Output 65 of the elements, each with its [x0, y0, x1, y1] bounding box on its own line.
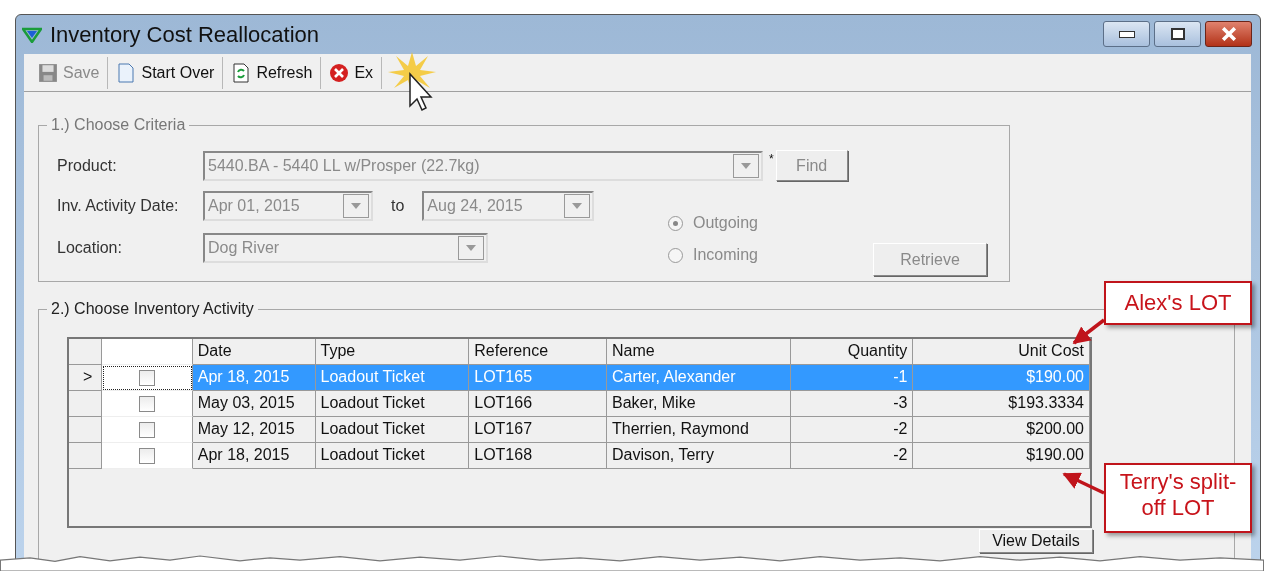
row-checkbox[interactable]	[138, 447, 155, 464]
table-cell: $190.00	[913, 443, 1090, 469]
table-cell: Apr 18, 2015	[192, 443, 316, 469]
table-row[interactable]: Apr 18, 2015 Loadout Ticket LOT168 Davison, Terry -2 $190.00	[69, 443, 1090, 469]
row-indicator: >	[69, 365, 102, 391]
maximize-button[interactable]	[1154, 21, 1201, 47]
callout-arrow	[1062, 472, 1105, 495]
callout-label: Terry's split-off LOT	[1104, 463, 1252, 533]
table-cell: LOT166	[469, 391, 607, 417]
refresh-icon	[231, 62, 252, 83]
column-header[interactable]: Type	[315, 339, 470, 365]
row-checkbox[interactable]	[138, 395, 155, 412]
required-mark: *	[769, 151, 774, 166]
table-cell: $193.3334	[913, 391, 1090, 417]
toolbar-button[interactable]: Refresh	[223, 56, 321, 89]
field-label: Location:	[57, 239, 123, 257]
table-cell: Carter, Alexander	[606, 365, 791, 391]
column-header[interactable]: Date	[192, 339, 316, 365]
table-cell: Apr 18, 2015	[192, 365, 316, 391]
table-cell: -2	[790, 443, 914, 469]
table-cell: Loadout Ticket	[315, 365, 470, 391]
row-checkbox[interactable]	[138, 369, 155, 386]
column-header[interactable]: Quantity	[790, 339, 914, 365]
table-cell: Baker, Mike	[606, 391, 791, 417]
table-row[interactable]: > Apr 18, 2015 Loadout Ticket LOT165 Carter, Alexander -1 $190.00	[69, 365, 1090, 391]
table-cell: Loadout Ticket	[315, 391, 470, 417]
table-cell: May 12, 2015	[192, 417, 316, 443]
app-logo-icon	[22, 26, 42, 43]
row-checkbox[interactable]	[138, 421, 155, 438]
column-header[interactable]: Unit Cost	[913, 339, 1090, 365]
column-header[interactable]: Reference	[469, 339, 607, 365]
table-row[interactable]: May 03, 2015 Loadout Ticket LOT166 Baker, Mike -3 $193.3334	[69, 391, 1090, 417]
table-cell: LOT168	[469, 443, 607, 469]
table-cell: May 03, 2015	[192, 391, 316, 417]
table-cell: Davison, Terry	[606, 443, 791, 469]
callout-label: Alex's LOT	[1104, 281, 1252, 325]
page-icon	[116, 62, 137, 83]
toolbar-button[interactable]: Ex	[321, 56, 382, 89]
table-cell: -3	[790, 391, 914, 417]
table-row[interactable]: May 12, 2015 Loadout Ticket LOT167 Therrien, Raymond -2 $200.00	[69, 417, 1090, 443]
close-button[interactable]	[1205, 21, 1252, 47]
column-header[interactable]: Name	[606, 339, 791, 365]
table-cell: $200.00	[913, 417, 1090, 443]
table-cell: $190.00	[913, 365, 1090, 391]
table-cell: Loadout Ticket	[315, 417, 470, 443]
table-cell: -1	[790, 365, 914, 391]
window-title: Inventory Cost Reallocation	[50, 21, 320, 48]
cursor-icon	[409, 72, 433, 111]
table-cell: Therrien, Raymond	[606, 417, 791, 443]
save-icon	[38, 62, 58, 83]
table-cell: LOT167	[469, 417, 607, 443]
field-label: Inv. Activity Date:	[57, 197, 180, 215]
table-cell: Loadout Ticket	[315, 443, 470, 469]
field-label: to	[391, 197, 405, 215]
toolbar-button[interactable]: Start Over	[108, 56, 223, 89]
close-icon	[329, 62, 350, 83]
callout-arrow	[1072, 318, 1106, 345]
group-title: 1.) Choose Criteria	[50, 116, 187, 134]
minimize-button[interactable]	[1103, 21, 1150, 47]
view-details-button[interactable]: View Details	[979, 529, 1093, 553]
close-icon	[1219, 27, 1238, 41]
table-cell: LOT165	[469, 365, 607, 391]
field-label: Product:	[57, 156, 118, 175]
table-cell: -2	[790, 417, 914, 443]
group-title: 2.) Choose Inventory Activity	[50, 300, 255, 318]
